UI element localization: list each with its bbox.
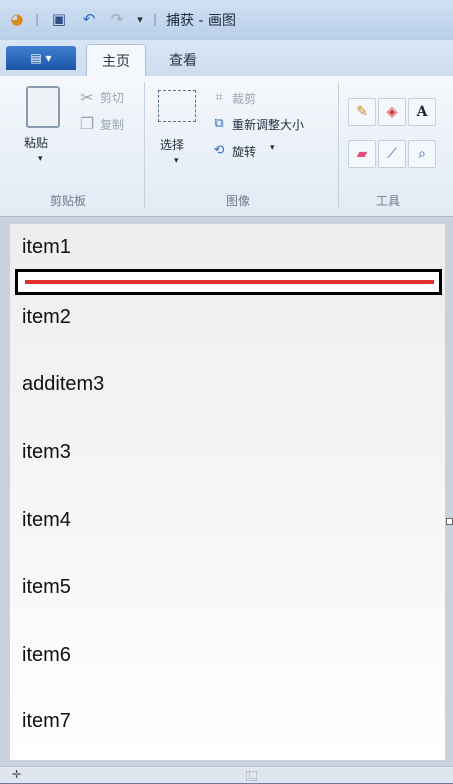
- select-button[interactable]: 选择 ▾: [154, 88, 200, 178]
- window-title: 捕获 - 画图: [166, 13, 236, 29]
- cursor-position-icon: ✛: [12, 768, 22, 781]
- rotate-button[interactable]: 旋转: [232, 143, 256, 160]
- copy-button[interactable]: 复制: [100, 116, 124, 133]
- list-item: item3: [22, 441, 71, 463]
- redo-icon[interactable]: ↷: [106, 8, 128, 30]
- paint-palette-icon[interactable]: ◕: [6, 8, 28, 30]
- dropdown-arrow-icon[interactable]: ▾: [132, 8, 148, 30]
- crop-button[interactable]: 裁剪: [232, 90, 256, 107]
- resize-button[interactable]: 重新调整大小: [232, 116, 304, 133]
- pencil-icon[interactable]: ✎: [348, 98, 376, 126]
- tools-group-label: 工具: [376, 194, 401, 208]
- list-item: item1: [22, 236, 71, 258]
- selection-rectangle-icon: [158, 90, 196, 122]
- scissors-icon: ✂: [80, 87, 94, 107]
- crop-icon: ⌗: [215, 89, 223, 105]
- paste-button[interactable]: 粘贴 ▾: [18, 86, 66, 176]
- selection-highlight-box[interactable]: [15, 269, 442, 295]
- resize-icon: ⧉: [214, 115, 224, 131]
- color-picker-icon[interactable]: ⟋: [378, 140, 406, 168]
- chevron-down-icon: ▾: [38, 154, 43, 164]
- paste-label: 粘贴: [24, 136, 49, 150]
- list-item: item7: [22, 710, 71, 732]
- list-item: item6: [22, 644, 71, 666]
- fill-bucket-icon[interactable]: ◈: [378, 98, 406, 126]
- image-group-label: 图像: [226, 194, 251, 208]
- rotate-icon: ⟲: [213, 142, 225, 158]
- copy-icon: ❐: [79, 113, 95, 133]
- list-item: item2: [22, 306, 71, 328]
- list-item: item4: [22, 509, 71, 531]
- drawing-canvas[interactable]: [10, 224, 445, 760]
- separator: |: [34, 12, 40, 26]
- select-label: 选择: [160, 138, 185, 152]
- chevron-down-icon: ▾: [174, 156, 179, 166]
- tab-view[interactable]: 查看: [152, 44, 214, 76]
- separator: |: [152, 12, 158, 26]
- list-item: additem3: [22, 373, 105, 395]
- red-line: [25, 280, 434, 284]
- status-bar: ✛ ⿺: [0, 766, 453, 783]
- tab-home[interactable]: 主页: [86, 44, 146, 77]
- text-tool-icon[interactable]: A: [408, 98, 436, 126]
- undo-icon[interactable]: ↶: [78, 8, 100, 30]
- cut-button[interactable]: 剪切: [100, 89, 124, 106]
- group-divider: [338, 82, 339, 208]
- canvas-resize-handle[interactable]: [446, 518, 453, 525]
- list-item: item5: [22, 576, 71, 598]
- paint-window: ◕ | ▣ ↶ ↷ ▾ | 捕获 - 画图 ▤ ▾ 主页 查看 粘贴 ▾ ✂ 剪…: [0, 0, 453, 783]
- clipboard-icon: [26, 86, 60, 128]
- magnifier-icon[interactable]: ⌕: [408, 140, 436, 168]
- group-divider: [144, 82, 145, 208]
- file-menu-button[interactable]: ▤ ▾: [6, 46, 76, 70]
- chevron-down-icon: ▾: [270, 143, 275, 153]
- eraser-icon[interactable]: ▰: [348, 140, 376, 168]
- save-icon[interactable]: ▣: [48, 8, 70, 30]
- title-bar: ◕ | ▣ ↶ ↷ ▾ | 捕获 - 画图: [0, 0, 453, 41]
- clipboard-group-label: 剪贴板: [50, 194, 87, 208]
